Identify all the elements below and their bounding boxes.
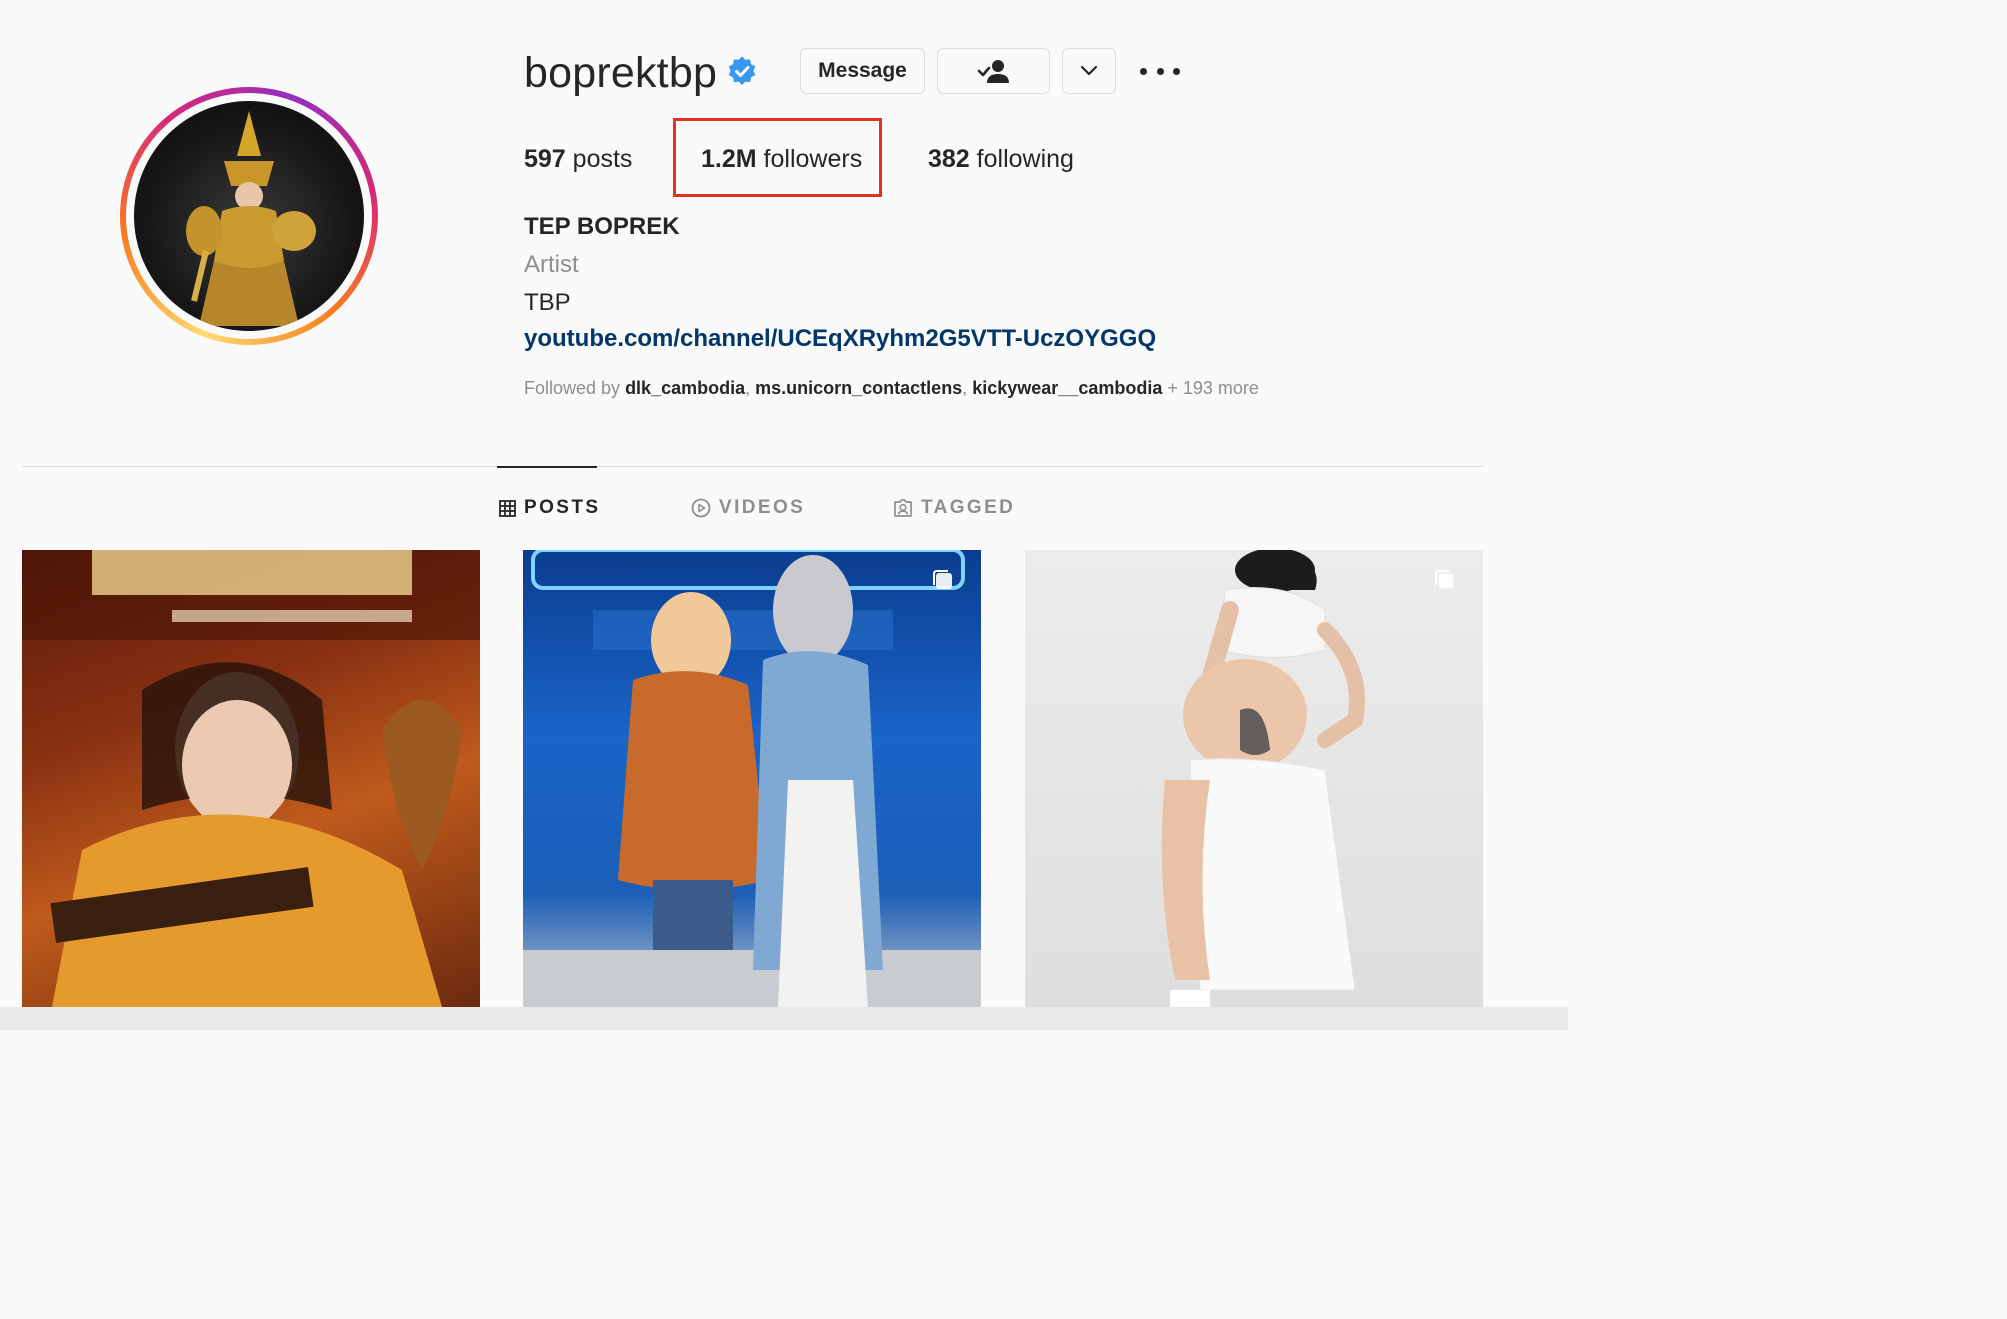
window-bottom-strip [0, 1007, 1568, 1030]
following-label: following [976, 145, 1074, 173]
verified-badge-icon [728, 56, 756, 85]
post-tile[interactable] [22, 550, 480, 1007]
more-dot [1140, 67, 1147, 75]
more-options-button[interactable] [1140, 58, 1180, 84]
followed-by-user[interactable]: ms.unicorn_contactlens [755, 378, 962, 398]
followed-by-suffix: + 193 more [1167, 378, 1259, 398]
following-count-stat[interactable]: 382 following [928, 142, 1074, 176]
more-dot [1173, 67, 1180, 75]
chevron-down-icon [1080, 65, 1098, 76]
message-button[interactable]: Message [800, 48, 925, 94]
posts-label: posts [572, 145, 633, 173]
profile-avatar[interactable] [120, 87, 378, 345]
tab-posts-label: POSTS [524, 497, 601, 518]
active-tab-indicator [497, 466, 597, 468]
post-tile[interactable] [523, 550, 981, 1007]
post-2-image [523, 550, 981, 1007]
followed-by-line[interactable]: Followed by dlk_cambodia, ms.unicorn_con… [524, 378, 1259, 399]
tab-tagged-label: TAGGED [921, 497, 1016, 518]
tab-videos[interactable]: VIDEOS [691, 497, 805, 519]
posts-count-stat: 597 posts [524, 142, 632, 176]
following-count: 382 [928, 145, 970, 173]
profile-external-link[interactable]: youtube.com/channel/UCEqXRyhm2G5VTT-UczO… [524, 325, 1156, 353]
post-3-image [1161, 550, 1365, 1007]
post-tile[interactable] [1025, 550, 1483, 1007]
posts-count: 597 [524, 145, 566, 173]
tag-person-icon [894, 499, 912, 517]
avatar-photo [134, 101, 364, 331]
profile-divider [22, 466, 1483, 467]
profile-full-name: TEP BOPREK [524, 213, 680, 240]
followed-by-user[interactable]: kickywear__cambodia [972, 378, 1162, 398]
profile-bio-text: TBP [524, 289, 571, 316]
tab-posts[interactable]: POSTS [499, 497, 600, 519]
following-button[interactable] [937, 48, 1050, 94]
more-dot [1156, 67, 1164, 75]
carousel-icon [1435, 570, 1455, 590]
person-check-icon [977, 60, 1009, 83]
post-1-image [22, 550, 480, 1007]
tab-videos-label: VIDEOS [719, 497, 806, 518]
suggested-dropdown-button[interactable] [1062, 48, 1116, 94]
followers-highlight-box [673, 118, 882, 197]
carousel-icon [933, 570, 952, 589]
profile-category: Artist [524, 251, 579, 278]
tab-tagged[interactable]: TAGGED [893, 497, 1015, 519]
followed-by-comma: , [962, 378, 968, 398]
grid-icon [499, 499, 516, 517]
followed-by-prefix: Followed by [524, 378, 621, 398]
profile-username: boprektbp [524, 49, 718, 97]
followed-by-comma: , [745, 378, 751, 398]
followed-by-user[interactable]: dlk_cambodia [625, 378, 745, 398]
play-circle-icon [691, 498, 711, 518]
avatar-figure [186, 111, 316, 326]
